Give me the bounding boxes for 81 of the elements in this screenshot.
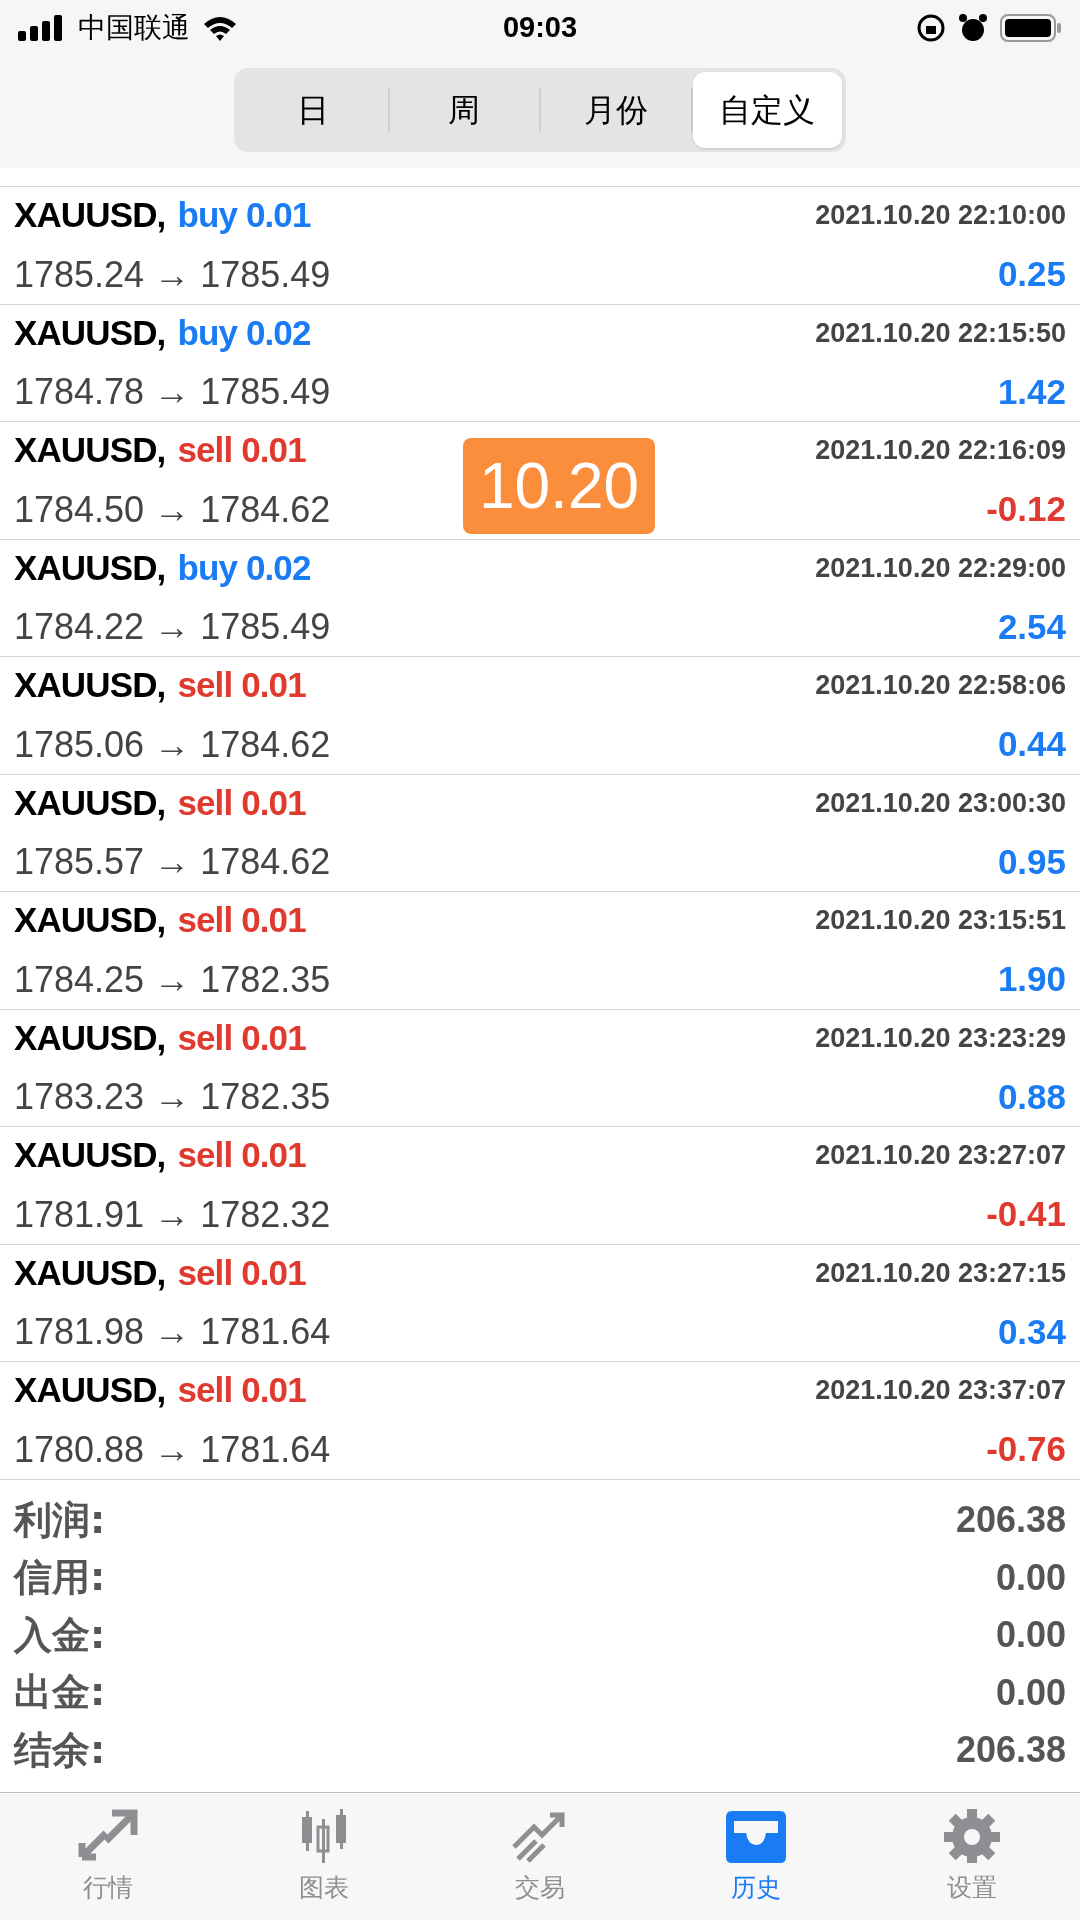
trade-profit: 0.44	[997, 723, 1066, 766]
period-tab[interactable]: 日	[238, 72, 388, 148]
symbol-name: XAUUSD,	[14, 429, 166, 471]
tab-bar-item[interactable]: 图表	[216, 1793, 432, 1920]
trade-side-volume: buy 0.02	[177, 311, 311, 354]
price-change: 1781.91 → 1782.32	[14, 1192, 331, 1237]
trade-time: 2021.10.20 23:00:30	[815, 786, 1066, 820]
trade-profit: 0.25	[997, 253, 1066, 296]
trade-profit: 2.54	[997, 605, 1066, 648]
trade-side-volume: sell 0.01	[177, 1016, 306, 1059]
trade-side-volume: sell 0.01	[177, 1369, 306, 1411]
trade-time: 2021.10.20 23:27:07	[815, 1139, 1066, 1172]
symbol-name: XAUUSD,	[14, 311, 166, 354]
wifi-icon	[202, 14, 238, 42]
symbol-name: XAUUSD,	[14, 194, 166, 236]
period-tab[interactable]: 周	[389, 72, 539, 148]
trade-time: 2021.10.20 22:29:00	[815, 551, 1066, 585]
summary-value: 0.00	[995, 1555, 1066, 1600]
tab-bar-item[interactable]: 交易	[432, 1793, 648, 1920]
trade-profit: 1.42	[997, 370, 1066, 413]
summary-label: 入金:	[14, 1611, 106, 1659]
trade-profit: 0.34	[997, 1310, 1066, 1353]
trade-side-volume: sell 0.01	[177, 429, 306, 471]
trade-side-volume: sell 0.01	[177, 781, 306, 824]
summary-value: 0.00	[995, 1670, 1066, 1715]
price-change: 1783.23 → 1782.35	[14, 1075, 331, 1119]
alarm-icon	[958, 13, 988, 43]
trade-time: 2021.10.20 23:27:15	[815, 1256, 1066, 1290]
trade-side-volume: sell 0.01	[177, 1134, 306, 1176]
period-tab[interactable]: 自定义	[692, 72, 842, 148]
summary-value: 0.00	[995, 1613, 1066, 1658]
trade-time: 2021.10.20 22:15:50	[815, 316, 1066, 350]
summary-label: 结余:	[14, 1726, 106, 1774]
symbol-name: XAUUSD,	[14, 781, 166, 824]
battery-icon	[1000, 13, 1062, 43]
trade-time: 2021.10.20 23:37:07	[815, 1374, 1066, 1407]
summary-label: 信用:	[14, 1554, 106, 1602]
trade-profit: 0.95	[997, 840, 1066, 883]
period-tab[interactable]: 月份	[541, 72, 691, 148]
symbol-name: XAUUSD,	[14, 1369, 166, 1411]
summary-value: 206.38	[955, 1498, 1066, 1543]
price-change: 1784.25 → 1782.35	[14, 957, 331, 1002]
summary-label: 利润:	[14, 1496, 106, 1544]
trade-time: 2021.10.20 22:16:09	[815, 434, 1066, 467]
summary-value: 206.38	[955, 1728, 1066, 1773]
symbol-name: XAUUSD,	[14, 899, 166, 941]
carrier-name: 中国联通	[78, 10, 190, 46]
tab-bar-item[interactable]: 设置	[864, 1793, 1080, 1920]
tab-bar-item[interactable]: 行情	[0, 1793, 216, 1920]
trade-profit: -0.12	[986, 488, 1066, 531]
trade-profit: 0.88	[997, 1075, 1066, 1118]
clock-time: 09:03	[502, 10, 578, 46]
trade-time: 2021.10.20 23:23:29	[815, 1021, 1066, 1055]
symbol-name: XAUUSD,	[14, 1016, 166, 1059]
trade-time: 2021.10.20 22:58:06	[815, 669, 1066, 702]
price-change: 1781.98 → 1781.64	[14, 1310, 331, 1354]
summary-label: 出金:	[14, 1669, 106, 1717]
price-change: 1784.22 → 1785.49	[14, 605, 331, 649]
tab-bar-item[interactable]: 历史	[648, 1793, 864, 1920]
rotation-lock-icon	[916, 13, 946, 43]
trade-side-volume: buy 0.02	[177, 546, 311, 589]
price-change: 1784.50 → 1784.62	[14, 487, 331, 532]
symbol-name: XAUUSD,	[14, 1251, 166, 1294]
price-change: 1785.24 → 1785.49	[14, 252, 331, 297]
price-change: 1785.06 → 1784.62	[14, 722, 331, 767]
trade-side-volume: sell 0.01	[177, 899, 306, 941]
symbol-name: XAUUSD,	[14, 664, 166, 706]
trade-time: 2021.10.20 23:15:51	[815, 904, 1066, 937]
symbol-name: XAUUSD,	[14, 1134, 166, 1176]
trade-side-volume: sell 0.01	[177, 664, 306, 706]
trade-profit: 1.90	[997, 958, 1066, 1001]
date-sticker: 10.20	[463, 438, 655, 534]
symbol-name: XAUUSD,	[14, 546, 166, 589]
trade-profit: -0.41	[986, 1193, 1066, 1236]
price-change: 1785.57 → 1784.62	[14, 840, 331, 884]
trade-time: 2021.10.20 22:10:00	[815, 199, 1066, 232]
price-change: 1784.78 → 1785.49	[14, 370, 331, 414]
trade-profit: -0.76	[986, 1428, 1066, 1471]
trade-side-volume: buy 0.01	[177, 194, 311, 236]
price-change: 1780.88 → 1781.64	[14, 1427, 331, 1472]
trade-side-volume: sell 0.01	[177, 1251, 306, 1294]
